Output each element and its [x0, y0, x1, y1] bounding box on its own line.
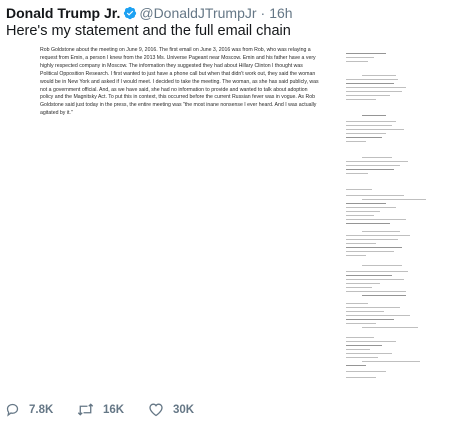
author-handle[interactable]: @DonaldJTrumpJr [139, 5, 256, 21]
email-text-line [346, 219, 406, 220]
email-text-line [346, 189, 372, 190]
email-text-line [346, 353, 392, 354]
email-text-line [346, 223, 390, 224]
email-text-line [362, 361, 420, 362]
email-text-line [346, 341, 396, 342]
heart-icon[interactable] [148, 402, 164, 417]
email-text-line [346, 271, 408, 272]
separator-dot: · [260, 5, 266, 21]
email-text-line [346, 173, 368, 174]
email-text-line [362, 231, 400, 232]
email-text-line [346, 275, 392, 276]
email-text-line [346, 323, 376, 324]
email-text-line [362, 265, 402, 266]
email-text-line [346, 307, 400, 308]
email-text-line [346, 365, 366, 366]
retweet-action[interactable]: 16K [77, 402, 124, 417]
statement-image[interactable]: Rob Goldstone about the meeting on June … [30, 45, 320, 390]
statement-text: Rob Goldstone about the meeting on June … [40, 47, 319, 117]
email-text-line [346, 243, 376, 244]
email-text-line [346, 319, 394, 320]
email-text-line [346, 141, 366, 142]
tweet-text: Here's my statement and the full email c… [6, 23, 291, 39]
email-text-line [362, 295, 406, 296]
email-text-line [346, 125, 392, 126]
email-text-line [346, 195, 404, 196]
email-text-line [346, 161, 408, 162]
email-text-line [346, 315, 410, 316]
verified-badge-icon [123, 6, 137, 23]
email-text-line [362, 199, 426, 200]
email-text-line [346, 129, 404, 130]
email-text-line [346, 337, 374, 338]
email-text-line [346, 169, 394, 170]
email-text-line [346, 53, 386, 54]
email-text-line [346, 377, 376, 378]
email-text-line [346, 95, 390, 96]
email-text-line [346, 283, 380, 284]
retweet-count: 16K [103, 403, 125, 416]
email-text-line [346, 303, 368, 304]
email-chain-image[interactable] [342, 45, 442, 390]
email-text-line [346, 99, 376, 100]
email-text-line [346, 357, 378, 358]
email-text-line [346, 291, 406, 292]
email-text-line [362, 327, 418, 328]
email-text-line [346, 287, 372, 288]
email-text-line [346, 311, 384, 312]
author-name[interactable]: Donald Trump Jr. [6, 5, 120, 21]
email-text-line [346, 203, 386, 204]
email-text-line [362, 157, 392, 158]
email-text-line [346, 121, 396, 122]
tweet-timestamp[interactable]: 16h [269, 5, 292, 21]
email-text-line [346, 239, 398, 240]
retweet-icon[interactable] [77, 402, 94, 417]
email-text-line [346, 371, 386, 372]
email-text-line [346, 83, 394, 84]
email-text-line [346, 251, 394, 252]
email-text-line [346, 279, 404, 280]
like-count: 30K [173, 403, 195, 416]
reply-count: 7.8K [29, 403, 54, 416]
email-text-line [346, 61, 368, 62]
email-text-line [346, 165, 400, 166]
reply-action[interactable]: 7.8K [5, 402, 53, 417]
email-text-line [362, 115, 386, 116]
email-text-line [362, 75, 396, 76]
email-text-line [346, 137, 382, 138]
email-text-line [346, 349, 370, 350]
email-text-line [346, 57, 374, 58]
email-text-line [346, 79, 398, 80]
like-action[interactable]: 30K [148, 402, 194, 417]
email-text-line [346, 91, 402, 92]
email-text-line [346, 211, 380, 212]
email-text-line [346, 207, 396, 208]
reply-icon[interactable] [5, 402, 20, 417]
tweet-header: Donald Trump Jr. @DonaldJTrumpJr · 16h [6, 5, 293, 23]
tweet-actions: 7.8K 16K 30K [0, 402, 452, 420]
email-text-line [346, 345, 382, 346]
email-text-line [346, 247, 402, 248]
email-text-line [346, 235, 410, 236]
email-text-line [346, 255, 366, 256]
email-text-line [346, 87, 406, 88]
email-text-line [346, 215, 374, 216]
email-text-line [346, 133, 386, 134]
